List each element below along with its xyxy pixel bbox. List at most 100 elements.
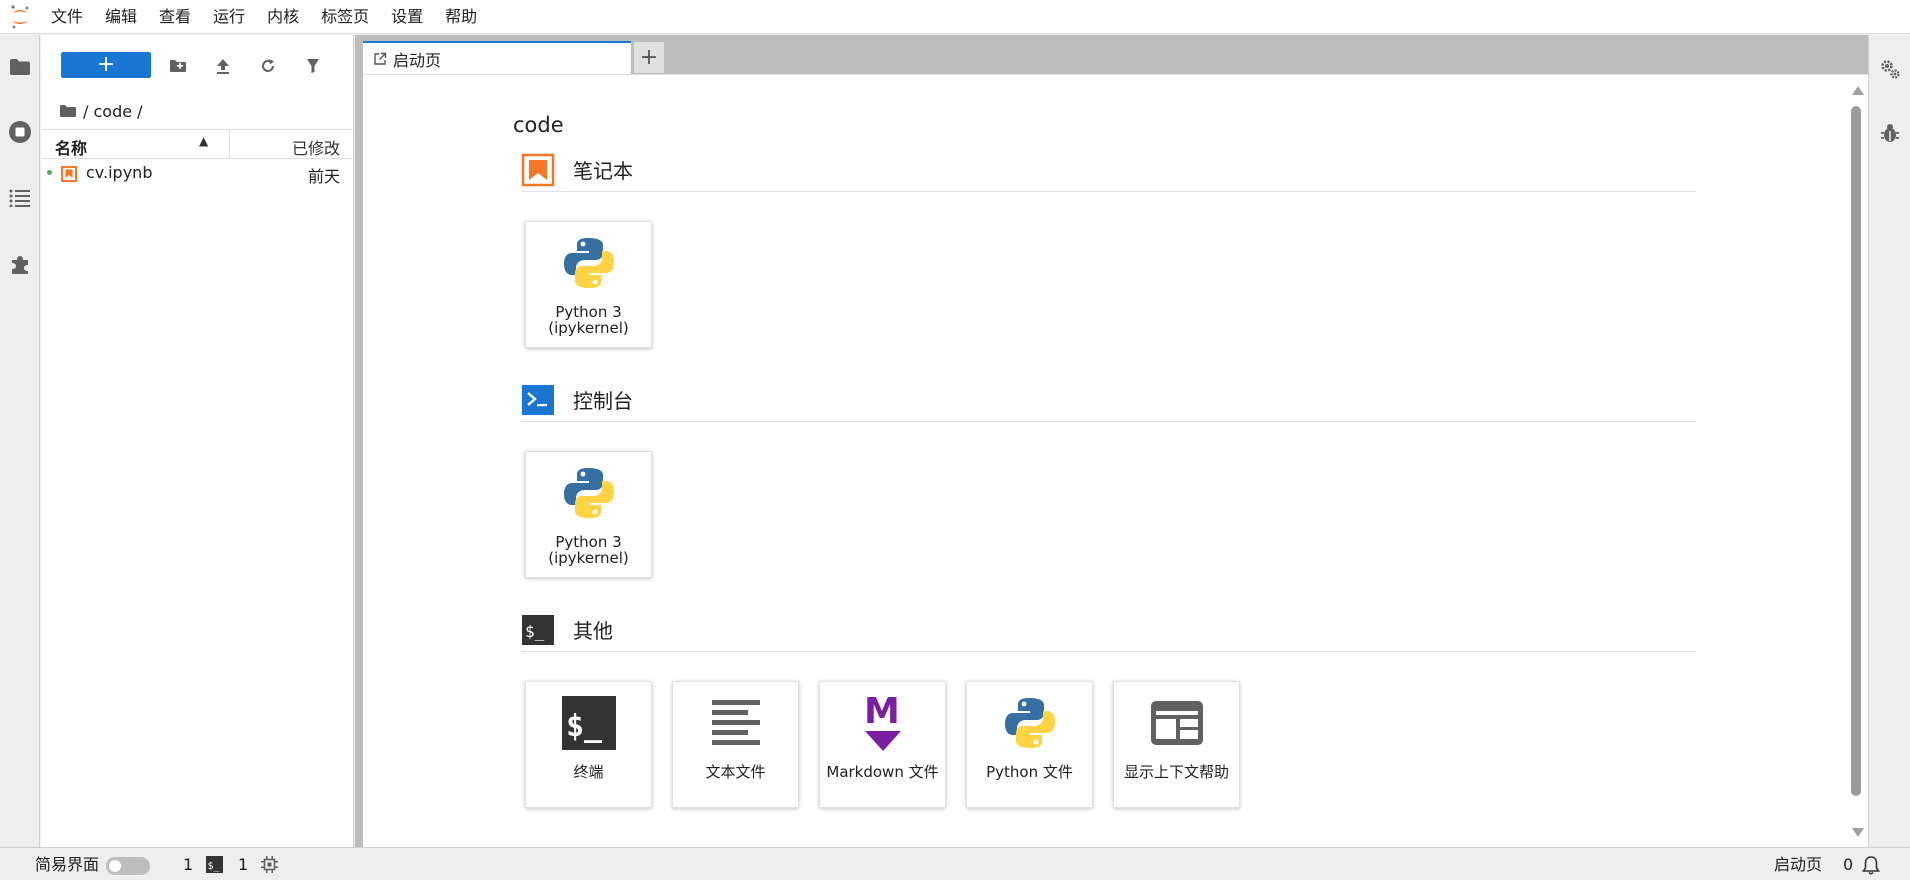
column-divider[interactable] — [229, 130, 230, 158]
file-list-item[interactable]: cv.ipynb 前天 — [41, 160, 354, 188]
menu-run[interactable]: 运行 — [202, 0, 256, 34]
svg-text:$_: $_ — [525, 622, 545, 641]
toggle-knob — [109, 860, 121, 872]
svg-text:$_: $_ — [208, 861, 221, 872]
simple-mode-toggle[interactable] — [106, 857, 150, 875]
markdown-icon: M — [843, 692, 923, 754]
launch-icon — [373, 52, 387, 66]
file-name: cv.ipynb — [86, 163, 153, 182]
svg-text:M: M — [864, 693, 900, 732]
python-logo-icon — [990, 692, 1070, 754]
card-label: Python 3 (ipykernel) — [548, 304, 628, 336]
current-tab-status[interactable]: 启动页 — [1774, 856, 1822, 874]
card-label-line2: (ipykernel) — [548, 549, 629, 567]
file-browser-tab-icon[interactable] — [0, 47, 40, 87]
menu-view[interactable]: 查看 — [148, 0, 202, 34]
sort-ascending-icon[interactable]: ▲ — [199, 134, 208, 148]
launcher-scrollbar[interactable] — [1846, 84, 1868, 839]
section-notebook: 笔记本 — [521, 148, 1696, 192]
menu-tabs[interactable]: 标签页 — [310, 0, 380, 34]
notebook-file-icon — [61, 166, 77, 186]
section-label: 笔记本 — [573, 159, 633, 183]
menu-help[interactable]: 帮助 — [434, 0, 488, 34]
notification-bell-icon[interactable] — [1862, 855, 1880, 879]
breadcrumb: / code / — [59, 95, 143, 127]
launcher-cwd-title: code — [513, 113, 564, 137]
menu-bar: 文件 编辑 查看 运行 内核 标签页 设置 帮助 — [0, 0, 1910, 34]
menu-file[interactable]: 文件 — [40, 0, 94, 34]
section-label: 控制台 — [573, 389, 633, 413]
file-list-header: 名称 ▲ 已修改 — [41, 129, 354, 159]
running-kernels-tab-icon[interactable] — [0, 112, 40, 152]
card-label: 显示上下文帮助 — [1123, 763, 1229, 781]
terminal-count[interactable]: 1 — [238, 856, 248, 874]
notebook-icon — [521, 153, 555, 187]
launcher-card-contextual-help[interactable]: 显示上下文帮助 — [1113, 681, 1240, 808]
column-header-name[interactable]: 名称 — [55, 135, 87, 159]
tab-bar: 启动页 + — [363, 41, 665, 74]
new-folder-icon[interactable] — [164, 52, 192, 80]
column-header-modified[interactable]: 已修改 — [292, 135, 340, 159]
section-other: $_ 其他 — [521, 608, 1696, 652]
debugger-bug-icon[interactable] — [1870, 113, 1910, 153]
card-label-line1: Python 3 — [555, 533, 622, 551]
launcher-card-markdown-file[interactable]: M Markdown 文件 — [819, 681, 946, 808]
new-launcher-button[interactable]: + — [61, 52, 151, 78]
file-browser-panel: + / code / 名称 ▲ 已修改 cv.ipynb 前天 — [41, 35, 354, 847]
scrollbar-thumb[interactable] — [1851, 106, 1861, 796]
launcher-body: code 笔记本 Python 3 (ipykernel) 控制台 Python… — [363, 84, 1843, 839]
launcher-card-notebook-python3[interactable]: Python 3 (ipykernel) — [525, 221, 652, 348]
menu-settings[interactable]: 设置 — [380, 0, 434, 34]
status-bar: 简易界面 1 $_ 1 启动页 0 — [0, 847, 1910, 880]
kernel-chip-icon[interactable] — [261, 856, 278, 877]
card-label: 终端 — [573, 763, 604, 781]
running-indicator — [47, 170, 52, 175]
filter-icon[interactable] — [299, 52, 327, 80]
scroll-down-arrow-icon[interactable] — [1852, 828, 1864, 837]
card-label-line1: Python 3 — [555, 303, 622, 321]
section-label: 其他 — [573, 619, 613, 643]
jupyter-logo-icon — [0, 0, 40, 34]
tab-label: 启动页 — [393, 50, 442, 70]
card-label-line2: (ipykernel) — [548, 319, 629, 337]
launcher-card-console-python3[interactable]: Python 3 (ipykernel) — [525, 451, 652, 578]
left-sidebar — [0, 35, 40, 847]
home-folder-icon[interactable] — [59, 104, 77, 118]
kernel-count[interactable]: 1 — [183, 856, 193, 874]
scroll-up-arrow-icon[interactable] — [1852, 86, 1864, 95]
file-browser-toolbar: + — [41, 35, 354, 95]
refresh-icon[interactable] — [254, 52, 282, 80]
launcher-card-terminal[interactable]: $_ 终端 — [525, 681, 652, 808]
breadcrumb-path[interactable]: / code / — [83, 102, 143, 121]
svg-text:$_: $_ — [566, 709, 603, 744]
launcher-card-python-file[interactable]: Python 文件 — [966, 681, 1093, 808]
menu-edit[interactable]: 编辑 — [94, 0, 148, 34]
contextual-help-icon — [1137, 692, 1217, 754]
file-modified: 前天 — [307, 167, 340, 186]
upload-icon[interactable] — [209, 52, 237, 80]
table-of-contents-tab-icon[interactable] — [0, 178, 40, 218]
launcher-card-text-file[interactable]: 文本文件 — [672, 681, 799, 808]
menu-kernel[interactable]: 内核 — [256, 0, 310, 34]
extension-manager-tab-icon[interactable] — [0, 244, 40, 284]
property-inspector-gears-icon[interactable] — [1870, 49, 1910, 89]
new-tab-button[interactable]: + — [633, 41, 665, 74]
launcher-panel: code 笔记本 Python 3 (ipykernel) 控制台 Python… — [363, 74, 1868, 847]
text-file-icon — [696, 692, 776, 754]
tab-launcher[interactable]: 启动页 — [363, 41, 631, 74]
card-label: Markdown 文件 — [826, 763, 939, 781]
console-icon — [521, 383, 555, 417]
terminal-section-icon: $_ — [521, 613, 555, 647]
right-sidebar — [1868, 35, 1910, 847]
simple-mode-label: 简易界面 — [35, 855, 100, 874]
python-logo-icon — [549, 232, 629, 294]
card-label: Python 3 (ipykernel) — [548, 534, 628, 566]
terminal-status-icon[interactable]: $_ — [206, 856, 223, 877]
main-dock-area: 启动页 + code 笔记本 Python 3 (ipykernel) 控制台 … — [355, 35, 1868, 847]
notification-count[interactable]: 0 — [1843, 856, 1853, 874]
python-logo-icon — [549, 462, 629, 524]
card-label: Python 文件 — [986, 763, 1073, 781]
terminal-icon: $_ — [549, 692, 629, 754]
card-label: 文本文件 — [705, 763, 766, 781]
section-console: 控制台 — [521, 378, 1696, 422]
